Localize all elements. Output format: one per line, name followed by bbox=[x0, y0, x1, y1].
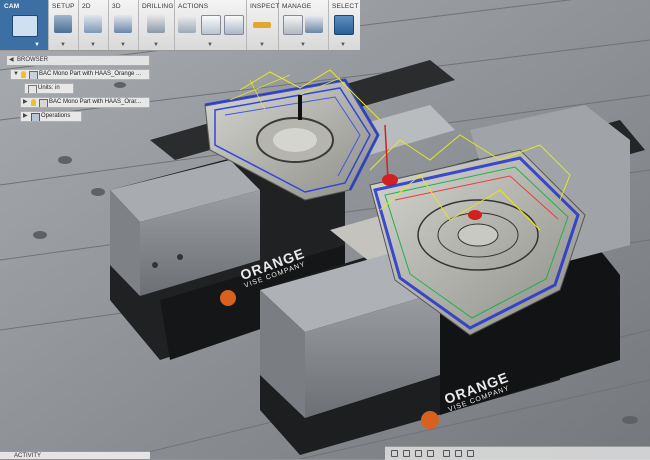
pan-icon[interactable] bbox=[403, 450, 410, 457]
toolbar-group-label: INSPECT bbox=[250, 3, 280, 10]
browser-title: BROWSER bbox=[17, 57, 49, 63]
chevron-down-icon: ▼ bbox=[90, 42, 96, 48]
setup-sheet-icon[interactable] bbox=[224, 15, 244, 35]
browser-item-document[interactable]: ▼ BAC Mono Part with HAAS_Orange ... bbox=[10, 69, 150, 80]
chevron-right-icon[interactable]: ▶ bbox=[23, 98, 28, 107]
viewports-icon[interactable] bbox=[467, 450, 474, 457]
toolbar-group-label: SELECT bbox=[332, 3, 359, 10]
browser-panel: ◀ BROWSER ▼ BAC Mono Part with HAAS_Oran… bbox=[6, 55, 150, 133]
browser-item-label: BAC Mono Part with HAAS_Orar... bbox=[49, 99, 142, 105]
chevron-down-icon[interactable]: ▼ bbox=[13, 70, 19, 79]
toolbar-group-inspect[interactable]: INSPECT ▼ bbox=[246, 0, 279, 50]
chevron-down-icon: ▼ bbox=[340, 42, 346, 48]
browser-header[interactable]: ◀ BROWSER bbox=[6, 55, 150, 66]
chevron-down-icon: ▼ bbox=[60, 42, 66, 48]
activity-label: ACTIVITY bbox=[14, 453, 42, 459]
orbit-icon[interactable] bbox=[391, 450, 398, 457]
toolbar-group-label: MANAGE bbox=[282, 3, 312, 10]
navigation-bar bbox=[385, 446, 650, 460]
display-settings-icon[interactable] bbox=[443, 450, 450, 457]
toolbar-group-drilling[interactable]: DRILLING ▼ bbox=[138, 0, 175, 50]
select-cursor-icon[interactable] bbox=[334, 15, 354, 35]
toolbar-group-2d[interactable]: 2D ▼ bbox=[78, 0, 109, 50]
3d-toolpath-icon[interactable] bbox=[114, 15, 132, 33]
post-process-icon[interactable] bbox=[201, 15, 221, 35]
visibility-bulb-icon[interactable] bbox=[31, 99, 36, 106]
toolbar-group-select[interactable]: SELECT ▼ bbox=[328, 0, 360, 50]
chevron-down-icon: ▼ bbox=[34, 42, 40, 48]
chevron-right-icon[interactable]: ▶ bbox=[23, 112, 28, 121]
zoom-icon[interactable] bbox=[415, 450, 422, 457]
browser-item-operations[interactable]: ▶ Operations bbox=[20, 111, 82, 122]
operations-icon bbox=[31, 113, 40, 121]
setup-icon[interactable] bbox=[54, 15, 72, 33]
measure-icon[interactable] bbox=[253, 22, 271, 28]
browser-item-units[interactable]: Units: in bbox=[24, 83, 74, 94]
chevron-down-icon: ▼ bbox=[153, 42, 159, 48]
document-icon bbox=[29, 71, 38, 79]
workspace-label: CAM bbox=[4, 3, 20, 10]
browser-item-label: Operations bbox=[41, 113, 71, 119]
tool-library-icon[interactable] bbox=[283, 15, 303, 35]
toolbar-group-label: 2D bbox=[82, 3, 91, 10]
chevron-down-icon: ▼ bbox=[259, 42, 265, 48]
browser-item-label: Units: in bbox=[38, 85, 60, 91]
units-icon bbox=[28, 85, 37, 93]
visibility-bulb-icon[interactable] bbox=[21, 71, 26, 78]
toolbar-group-actions[interactable]: ACTIONS ▼ bbox=[174, 0, 247, 50]
fit-icon[interactable] bbox=[427, 450, 434, 457]
2d-toolpath-icon[interactable] bbox=[84, 15, 102, 33]
drill-icon[interactable] bbox=[147, 15, 165, 33]
toolbar-group-label: DRILLING bbox=[142, 3, 174, 10]
chevron-down-icon: ▼ bbox=[300, 42, 306, 48]
chevron-down-icon: ▼ bbox=[120, 42, 126, 48]
browser-item-label: BAC Mono Part with HAAS_Orange ... bbox=[39, 71, 142, 77]
toolbar-group-setup[interactable]: SETUP ▼ bbox=[48, 0, 79, 50]
toolbar-group-3d[interactable]: 3D ▼ bbox=[108, 0, 139, 50]
toolbar-group-label: SETUP bbox=[52, 3, 75, 10]
browser-item-component[interactable]: ▶ BAC Mono Part with HAAS_Orar... bbox=[20, 97, 150, 108]
ribbon-toolbar: CAM ▼ SETUP ▼ 2D ▼ 3D ▼ DRILLING ▼ ACTIO… bbox=[0, 0, 360, 51]
workspace-icon bbox=[12, 15, 38, 37]
template-library-icon[interactable] bbox=[305, 15, 323, 33]
collapse-icon[interactable]: ◀ bbox=[9, 56, 14, 63]
simulate-icon[interactable] bbox=[178, 15, 196, 33]
workspace-switcher[interactable]: CAM ▼ bbox=[0, 0, 49, 50]
toolbar-group-label: ACTIONS bbox=[178, 3, 209, 10]
component-icon bbox=[39, 99, 48, 107]
toolbar-group-label: 3D bbox=[112, 3, 121, 10]
toolbar-group-manage[interactable]: MANAGE ▼ bbox=[278, 0, 329, 50]
activity-panel[interactable]: ACTIVITY bbox=[0, 451, 150, 459]
chevron-down-icon: ▼ bbox=[207, 42, 213, 48]
grid-icon[interactable] bbox=[455, 450, 462, 457]
